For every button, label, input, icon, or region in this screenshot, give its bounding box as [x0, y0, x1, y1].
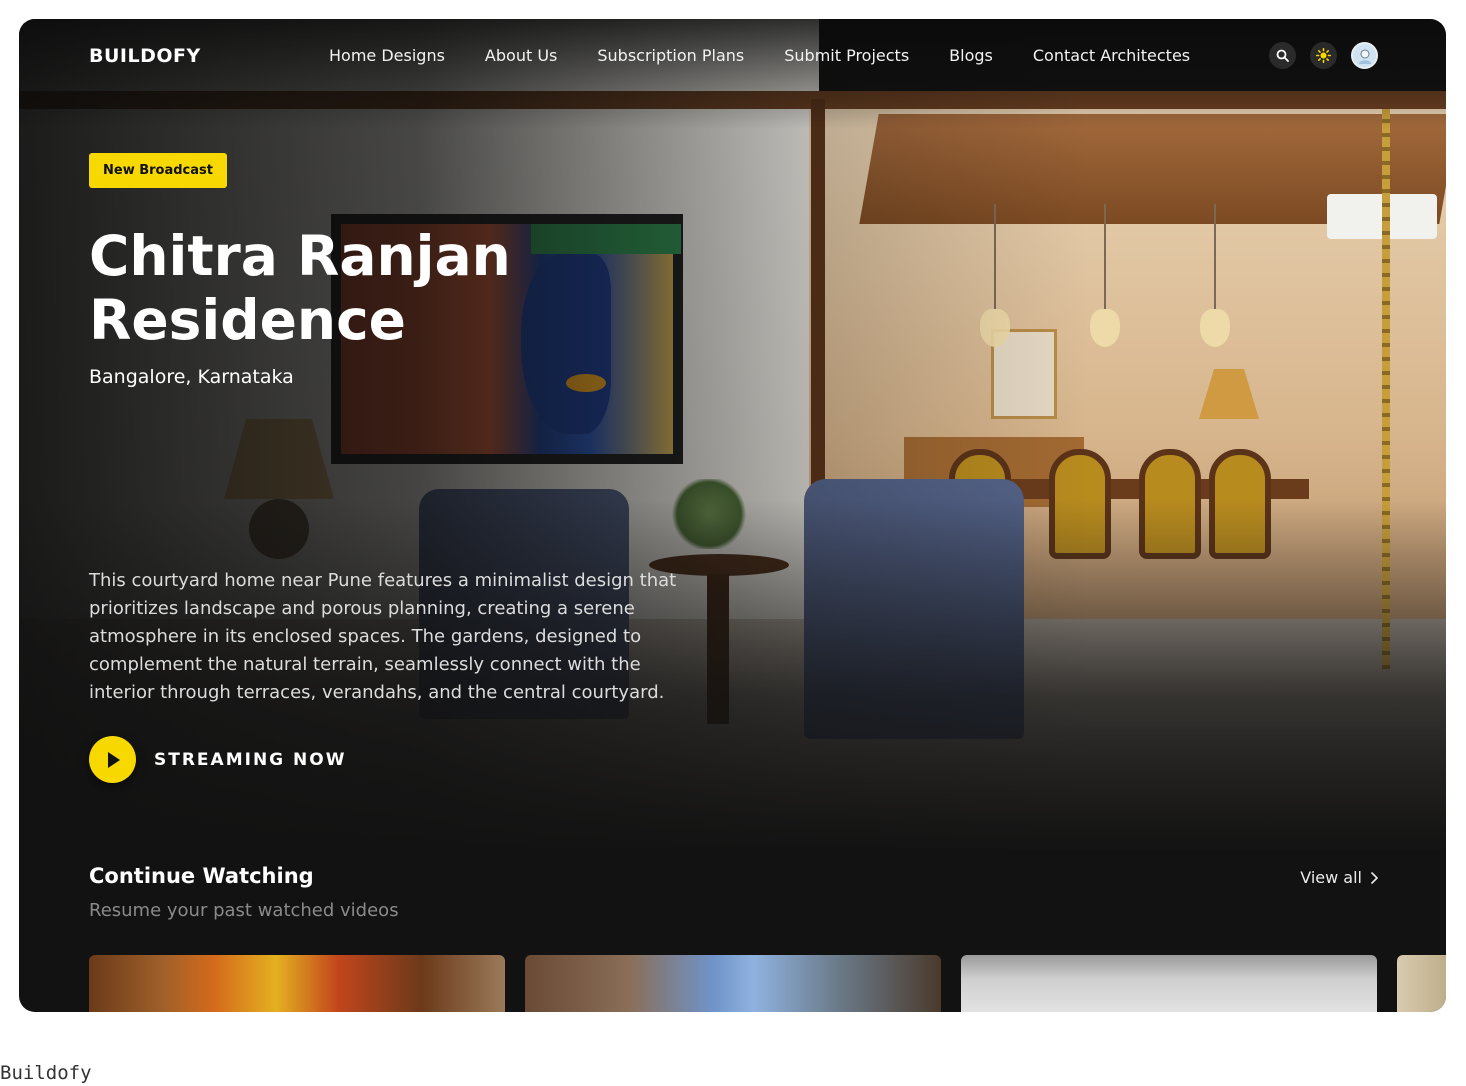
nav-actions — [1269, 42, 1378, 69]
play-icon — [107, 751, 120, 768]
user-avatar[interactable] — [1351, 42, 1378, 69]
user-icon — [1358, 49, 1371, 64]
streaming-now-label: STREAMING NOW — [154, 749, 347, 770]
video-thumbnail[interactable] — [1397, 955, 1446, 1012]
caption-text: Buildofy — [0, 1062, 92, 1084]
nav-submit-projects[interactable]: Submit Projects — [784, 46, 909, 65]
app-frame: BUILDOFY Home Designs About Us Subscript… — [19, 19, 1446, 1012]
view-all-label: View all — [1300, 868, 1362, 887]
search-icon — [1276, 49, 1289, 62]
sun-icon — [1316, 48, 1331, 63]
section-subtitle: Resume your past watched videos — [89, 900, 399, 921]
play-button[interactable] — [89, 736, 136, 783]
nav-subscription-plans[interactable]: Subscription Plans — [597, 46, 744, 65]
brand-logo[interactable]: BUILDOFY — [89, 45, 201, 67]
top-navbar: BUILDOFY Home Designs About Us Subscript… — [19, 19, 1446, 95]
view-all-link[interactable]: View all — [1300, 868, 1378, 887]
section-title: Continue Watching — [89, 864, 314, 888]
video-thumbnail[interactable] — [961, 955, 1377, 1012]
nav-contact-architectes[interactable]: Contact Architectes — [1033, 46, 1190, 65]
hero-image — [19, 19, 1446, 849]
video-thumbnail[interactable] — [525, 955, 941, 1012]
theme-toggle-button[interactable] — [1310, 42, 1337, 69]
video-thumbnail[interactable] — [89, 955, 505, 1012]
streaming-now-button[interactable]: STREAMING NOW — [89, 736, 346, 783]
status-badge: New Broadcast — [89, 153, 227, 188]
nav-blogs[interactable]: Blogs — [949, 46, 993, 65]
nav-home-designs[interactable]: Home Designs — [329, 46, 445, 65]
hero-location: Bangalore, Karnataka — [89, 366, 294, 388]
hero-title: Chitra Ranjan Residence — [89, 224, 511, 352]
nav-about-us[interactable]: About Us — [485, 46, 557, 65]
main-menu: Home Designs About Us Subscription Plans… — [329, 46, 1190, 65]
chevron-right-icon — [1371, 871, 1378, 884]
hero-description: This courtyard home near Pune features a… — [89, 570, 677, 703]
search-button[interactable] — [1269, 42, 1296, 69]
